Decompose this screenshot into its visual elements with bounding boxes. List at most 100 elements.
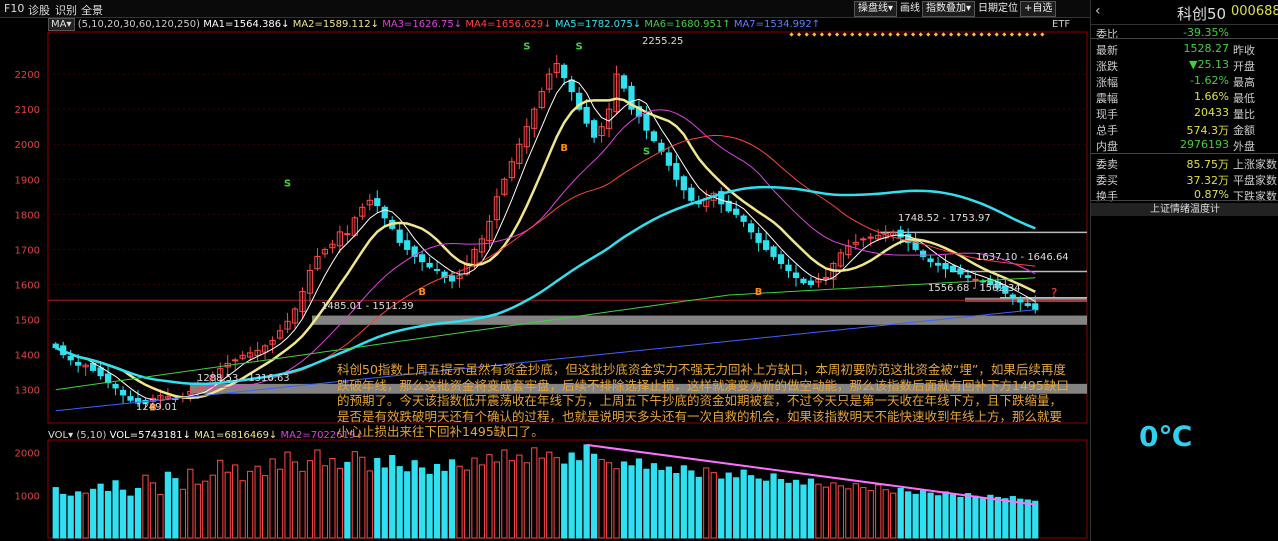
signal-diamond (948, 32, 954, 37)
signal-diamond (880, 32, 885, 37)
ma1-value: MA1=1564.386↓ (203, 19, 290, 30)
ma-legend: MA▾ (5,10,20,30,60,120,250) MA1=1564.386… (48, 18, 820, 31)
quote-divider (1091, 153, 1278, 154)
volume-bar (733, 477, 740, 539)
volume-bar (748, 475, 755, 539)
etf-tag[interactable]: ETF (1052, 19, 1070, 30)
volume-bar (546, 451, 553, 539)
signal-diamond (1024, 32, 1030, 37)
volume-bar (590, 453, 598, 539)
candle-body (942, 263, 949, 270)
volume-bar (800, 484, 807, 539)
volume-bar (396, 466, 403, 539)
volume-bar (583, 444, 590, 539)
candle-body (52, 343, 59, 349)
quote-row: 换手 0.87% 下跌家数 (1091, 188, 1278, 204)
signal-diamond (842, 32, 847, 37)
signal-diamond (895, 32, 901, 37)
signal-diamond (1032, 32, 1037, 37)
volume-bar (994, 496, 1001, 539)
signal-diamond (956, 32, 961, 37)
vol-ma1-value: MA1=6816469↓ (194, 430, 278, 441)
gap-zone (312, 315, 1087, 325)
volume-bar (433, 464, 441, 539)
quote-row: 涨跌 ▼25.13 开盘 (1091, 58, 1278, 74)
candle-body (957, 268, 964, 275)
volume-bar (359, 456, 366, 539)
volume-bar (912, 493, 919, 539)
volume-bar (643, 468, 650, 539)
low-price-label: 1249.01 (136, 402, 178, 413)
volume-bar (972, 495, 979, 539)
volume-bar (306, 460, 314, 539)
volume-bar (516, 454, 523, 539)
ma2-value: MA2=1589.112↓ (292, 19, 379, 30)
volume-bar (703, 467, 710, 539)
volume-bar (194, 483, 201, 539)
volume-bar (815, 483, 822, 539)
volume-bar (867, 490, 874, 539)
volume-bar (740, 469, 747, 539)
signal-diamond (850, 32, 855, 37)
quote-divider (1091, 38, 1278, 39)
volume-bar (1024, 499, 1031, 539)
volume-bar (75, 491, 82, 539)
volume-bar (665, 466, 672, 539)
signal-diamond (834, 32, 840, 37)
volume-bar (187, 468, 194, 539)
sentiment-footer[interactable]: 上证情绪温度计 (1091, 203, 1278, 216)
volume-bar (52, 487, 59, 539)
volume-bar (104, 490, 112, 539)
volume-bar (112, 480, 119, 539)
quote-key: 涨跌 (1096, 60, 1118, 73)
quote-row: 委买 37.32万 平盘家数 (1091, 172, 1278, 188)
vol-params: (5,10) (76, 430, 107, 441)
quote-value: 574.3万 (1186, 124, 1230, 137)
candle-body (733, 208, 740, 215)
vol-selector[interactable]: VOL▾ (48, 430, 73, 441)
quote-value: 2976193 (1180, 138, 1229, 151)
volume-bar (561, 463, 568, 539)
signal-diamond (1002, 32, 1007, 37)
volume-bar (785, 482, 792, 539)
buy-signal: B (418, 287, 426, 298)
ma-selector[interactable]: MA▾ (48, 18, 75, 31)
volume-bar (852, 483, 859, 539)
back-icon[interactable]: ‹ (1095, 3, 1101, 19)
candle-body (680, 176, 687, 191)
volume-bar (157, 493, 164, 539)
volume-bar (291, 461, 299, 539)
volume-bar (680, 465, 687, 539)
quote-key-2: 上涨家数 (1233, 158, 1277, 171)
volume-bar (389, 455, 396, 539)
volume-bar (299, 470, 306, 539)
candle-body (972, 278, 979, 281)
quote-row: 涨幅 -1.62% 最高 (1091, 74, 1278, 90)
candle-body (426, 262, 433, 268)
signal-diamond (926, 32, 931, 37)
quote-key-2: 外盘 (1233, 140, 1255, 153)
volume-bar (179, 488, 186, 539)
volume-bar (770, 473, 777, 539)
kline-chart[interactable]: 1300 1400 1500 1600 1700 1800 1900 2000 2100 2200… (0, 0, 1090, 541)
vol-legend: VOL▾ (5,10) VOL=5743181↓ MA1=6816469↓ MA… (48, 430, 364, 441)
signal-diamond (872, 32, 878, 37)
volume-bar (269, 458, 276, 539)
ma-line-1 (55, 79, 1036, 401)
candle-body (777, 254, 785, 264)
volume-bar (598, 458, 605, 539)
quote-value: 37.32万 (1186, 174, 1230, 187)
price-tick-label: 2100 (15, 105, 40, 116)
candle-body (119, 389, 127, 396)
sentiment-temperature: 0℃ (1139, 420, 1193, 453)
volume-bar (336, 467, 343, 539)
buy-signal: B (560, 143, 568, 154)
candle-body (650, 131, 658, 142)
signal-diamond (1009, 32, 1015, 37)
price-tick-label: 1400 (15, 351, 40, 362)
volume-bar (441, 470, 448, 539)
volume-bar (127, 495, 134, 539)
price-tick-label: 1800 (15, 210, 40, 221)
signal-diamond (865, 32, 870, 37)
volume-bar (344, 461, 351, 539)
